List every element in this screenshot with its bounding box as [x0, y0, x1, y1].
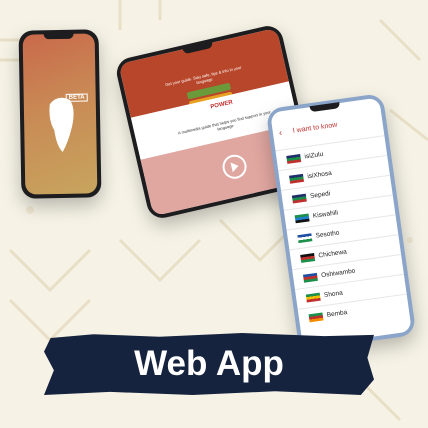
flag-icon	[302, 272, 318, 283]
flag-icon	[286, 153, 302, 164]
splash-screen: BETA	[22, 33, 98, 195]
web-app-banner-label: Web App	[134, 344, 284, 383]
back-arrow-icon[interactable]: ‹	[278, 127, 282, 137]
flag-icon	[297, 232, 313, 243]
language-label: Oshiwambo	[320, 267, 356, 280]
language-label: Sesotho	[315, 229, 340, 240]
africa-map-icon	[49, 97, 74, 152]
language-label: Kiswahili	[312, 209, 339, 220]
language-list: isiZulu isiXhosa Sepedi Kiswahili Sesotho Chi…	[275, 135, 410, 329]
language-label: Shona	[323, 289, 344, 300]
flag-icon	[291, 193, 307, 204]
flag-icon	[308, 311, 324, 322]
language-label: isiZulu	[304, 150, 324, 161]
phone-notch	[43, 32, 74, 40]
language-label: Chichewa	[318, 248, 348, 260]
beta-badge: BETA	[65, 93, 88, 102]
language-label: Sepedi	[309, 190, 331, 201]
flag-icon	[300, 252, 316, 263]
language-screen-title: I want to know	[292, 121, 338, 135]
flag-icon	[294, 212, 310, 223]
language-label: isiXhosa	[306, 169, 333, 181]
phone-splash-screen: BETA	[18, 29, 102, 199]
language-label: Bemba	[326, 309, 348, 319]
flag-icon	[305, 292, 321, 303]
flag-icon	[288, 173, 304, 184]
